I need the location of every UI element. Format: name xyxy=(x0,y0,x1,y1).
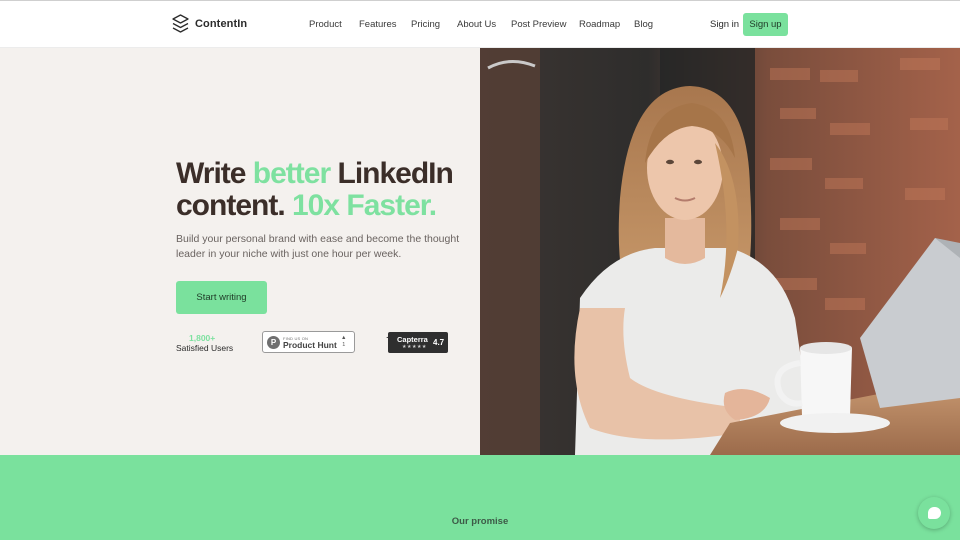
nav-link-product[interactable]: Product xyxy=(309,19,342,30)
nav-link-about-us[interactable]: About Us xyxy=(457,19,496,30)
brand-name: ContentIn xyxy=(195,18,248,30)
headline-text: LinkedIn xyxy=(330,157,453,190)
sign-up-button[interactable]: Sign up xyxy=(743,13,788,36)
headline-text: Write xyxy=(176,157,253,190)
start-writing-button[interactable]: Start writing xyxy=(176,281,267,314)
headline-accent: better xyxy=(252,157,331,190)
vote-count: 1 xyxy=(342,342,346,348)
top-nav: ContentIn Product Features Pricing About… xyxy=(0,0,960,48)
nav-link-roadmap[interactable]: Roadmap xyxy=(579,19,620,30)
users-count: 1,800+ xyxy=(189,333,216,343)
sign-in-link[interactable]: Sign in xyxy=(710,19,739,30)
chat-widget-button[interactable] xyxy=(918,497,950,529)
capterra-stars: ★★★★★ xyxy=(402,344,427,350)
promise-section: Our promise xyxy=(0,455,960,540)
layers-icon xyxy=(172,14,189,34)
product-hunt-votes: ▲ 1 xyxy=(341,335,346,349)
nav-link-pricing[interactable]: Pricing xyxy=(411,19,440,30)
upvote-arrow-icon: ▲ xyxy=(341,335,347,341)
hero-subheading: Build your personal brand with ease and … xyxy=(176,233,460,260)
chat-bubble-icon xyxy=(927,507,941,519)
capterra-score: 4.7 xyxy=(433,338,445,347)
headline-text: content. xyxy=(176,189,292,222)
headline-accent: 10x Faster. xyxy=(292,189,437,222)
nav-link-post-preview[interactable]: Post Preview xyxy=(511,19,566,30)
capterra-name: Capterra xyxy=(397,335,428,344)
users-label: Satisfied Users xyxy=(176,343,234,353)
hero-headline: Write better LinkedIn content. 10x Faste… xyxy=(176,157,454,222)
product-hunt-badge[interactable]: P FIND US ON Product Hunt ▲ 1 xyxy=(262,331,355,353)
product-hunt-icon: P xyxy=(267,336,280,349)
hero-photo xyxy=(480,48,960,455)
product-hunt-name: Product Hunt xyxy=(283,340,337,350)
promise-label: Our promise xyxy=(451,516,509,527)
brand-logo[interactable]: ContentIn xyxy=(172,14,247,34)
nav-link-features[interactable]: Features xyxy=(359,19,397,30)
capterra-flag-icon xyxy=(386,333,394,338)
capterra-badge[interactable]: Capterra ★★★★★ 4.7 xyxy=(386,332,448,353)
nav-link-blog[interactable]: Blog xyxy=(634,19,653,30)
